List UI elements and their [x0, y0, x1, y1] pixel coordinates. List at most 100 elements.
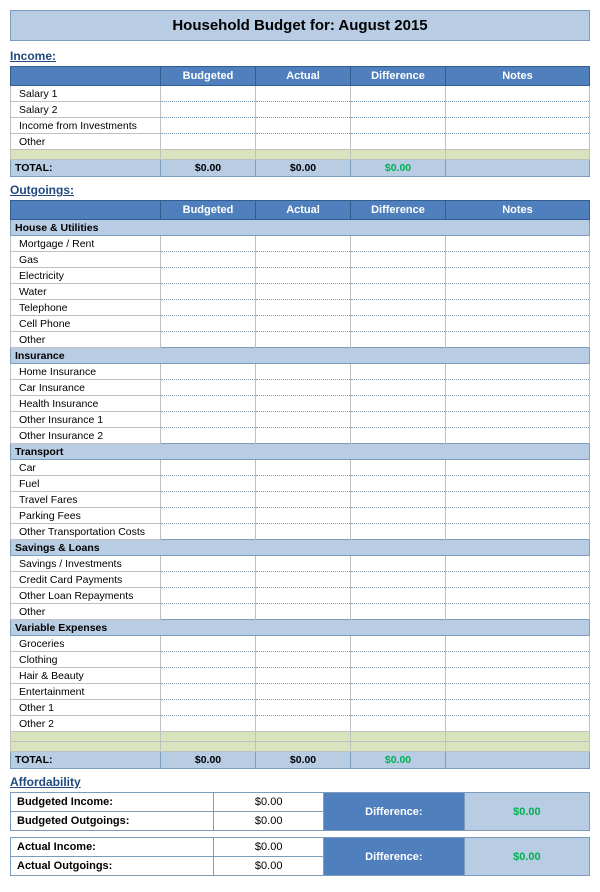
outgoings-item-actual[interactable] [256, 508, 351, 524]
outgoings-item-actual[interactable] [256, 428, 351, 444]
outgoings-item-budgeted[interactable] [161, 300, 256, 316]
outgoings-item-notes[interactable] [446, 716, 590, 732]
outgoings-item-budgeted[interactable] [161, 556, 256, 572]
outgoings-item-budgeted[interactable] [161, 636, 256, 652]
outgoings-item-budgeted[interactable] [161, 508, 256, 524]
outgoings-item-actual[interactable] [256, 668, 351, 684]
outgoings-item-actual[interactable] [256, 412, 351, 428]
outgoings-item-label: Car [11, 460, 161, 476]
outgoings-item-actual[interactable] [256, 684, 351, 700]
outgoings-item-notes[interactable] [446, 316, 590, 332]
outgoings-item-notes[interactable] [446, 460, 590, 476]
outgoings-item-notes[interactable] [446, 556, 590, 572]
outgoings-item-notes[interactable] [446, 252, 590, 268]
outgoings-item-actual[interactable] [256, 316, 351, 332]
outgoings-item-actual[interactable] [256, 652, 351, 668]
income-item-actual[interactable] [256, 118, 351, 134]
outgoings-item-notes[interactable] [446, 396, 590, 412]
income-section-title: Income: [10, 49, 590, 63]
outgoings-item-actual[interactable] [256, 556, 351, 572]
outgoings-item-notes[interactable] [446, 604, 590, 620]
outgoings-item-budgeted[interactable] [161, 588, 256, 604]
income-item-budgeted[interactable] [161, 118, 256, 134]
outgoings-item-budgeted[interactable] [161, 332, 256, 348]
outgoings-item-budgeted[interactable] [161, 236, 256, 252]
outgoings-item-budgeted[interactable] [161, 428, 256, 444]
outgoings-item-budgeted[interactable] [161, 684, 256, 700]
income-item-actual[interactable] [256, 102, 351, 118]
outgoings-item-actual[interactable] [256, 332, 351, 348]
outgoings-item-notes[interactable] [446, 652, 590, 668]
income-item-notes[interactable] [446, 118, 590, 134]
outgoings-item-row: Gas [11, 252, 590, 268]
outgoings-item-actual[interactable] [256, 396, 351, 412]
actual-outgoings-label: Actual Outgoings: [11, 857, 214, 876]
outgoings-item-notes[interactable] [446, 236, 590, 252]
outgoings-item-notes[interactable] [446, 428, 590, 444]
outgoings-item-notes[interactable] [446, 284, 590, 300]
outgoings-item-budgeted[interactable] [161, 604, 256, 620]
outgoings-item-notes[interactable] [446, 508, 590, 524]
outgoings-item-actual[interactable] [256, 524, 351, 540]
income-item-budgeted[interactable] [161, 134, 256, 150]
income-item-notes[interactable] [446, 102, 590, 118]
outgoings-item-notes[interactable] [446, 300, 590, 316]
outgoings-item-budgeted[interactable] [161, 572, 256, 588]
outgoings-item-notes[interactable] [446, 476, 590, 492]
outgoings-item-notes[interactable] [446, 268, 590, 284]
outgoings-item-budgeted[interactable] [161, 700, 256, 716]
outgoings-item-diff [351, 668, 446, 684]
outgoings-item-budgeted[interactable] [161, 668, 256, 684]
outgoings-item-actual[interactable] [256, 572, 351, 588]
outgoings-item-actual[interactable] [256, 716, 351, 732]
income-item-notes[interactable] [446, 134, 590, 150]
outgoings-item-budgeted[interactable] [161, 412, 256, 428]
outgoings-item-actual[interactable] [256, 636, 351, 652]
outgoings-item-notes[interactable] [446, 524, 590, 540]
outgoings-item-budgeted[interactable] [161, 284, 256, 300]
outgoings-item-notes[interactable] [446, 380, 590, 396]
outgoings-item-budgeted[interactable] [161, 364, 256, 380]
outgoings-item-actual[interactable] [256, 700, 351, 716]
income-item-notes[interactable] [446, 86, 590, 102]
outgoings-item-actual[interactable] [256, 476, 351, 492]
outgoings-item-budgeted[interactable] [161, 252, 256, 268]
outgoings-item-budgeted[interactable] [161, 524, 256, 540]
income-item-budgeted[interactable] [161, 102, 256, 118]
outgoings-item-budgeted[interactable] [161, 316, 256, 332]
outgoings-item-actual[interactable] [256, 252, 351, 268]
outgoings-item-notes[interactable] [446, 492, 590, 508]
income-item-budgeted[interactable] [161, 86, 256, 102]
outgoings-item-diff [351, 396, 446, 412]
outgoings-item-budgeted[interactable] [161, 476, 256, 492]
outgoings-item-actual[interactable] [256, 268, 351, 284]
outgoings-item-actual[interactable] [256, 236, 351, 252]
outgoings-item-label: Other Insurance 2 [11, 428, 161, 444]
outgoings-item-actual[interactable] [256, 492, 351, 508]
income-item-actual[interactable] [256, 86, 351, 102]
outgoings-item-budgeted[interactable] [161, 716, 256, 732]
outgoings-item-notes[interactable] [446, 684, 590, 700]
outgoings-item-notes[interactable] [446, 364, 590, 380]
outgoings-item-budgeted[interactable] [161, 396, 256, 412]
outgoings-item-notes[interactable] [446, 636, 590, 652]
outgoings-item-notes[interactable] [446, 572, 590, 588]
outgoings-item-notes[interactable] [446, 588, 590, 604]
outgoings-item-budgeted[interactable] [161, 380, 256, 396]
outgoings-item-budgeted[interactable] [161, 268, 256, 284]
outgoings-item-budgeted[interactable] [161, 460, 256, 476]
outgoings-item-actual[interactable] [256, 604, 351, 620]
outgoings-item-budgeted[interactable] [161, 652, 256, 668]
outgoings-item-actual[interactable] [256, 284, 351, 300]
outgoings-item-actual[interactable] [256, 300, 351, 316]
outgoings-item-budgeted[interactable] [161, 492, 256, 508]
outgoings-item-notes[interactable] [446, 332, 590, 348]
income-item-actual[interactable] [256, 134, 351, 150]
outgoings-item-actual[interactable] [256, 380, 351, 396]
outgoings-item-notes[interactable] [446, 668, 590, 684]
outgoings-item-notes[interactable] [446, 412, 590, 428]
outgoings-item-actual[interactable] [256, 460, 351, 476]
outgoings-item-actual[interactable] [256, 588, 351, 604]
outgoings-item-notes[interactable] [446, 700, 590, 716]
outgoings-item-actual[interactable] [256, 364, 351, 380]
